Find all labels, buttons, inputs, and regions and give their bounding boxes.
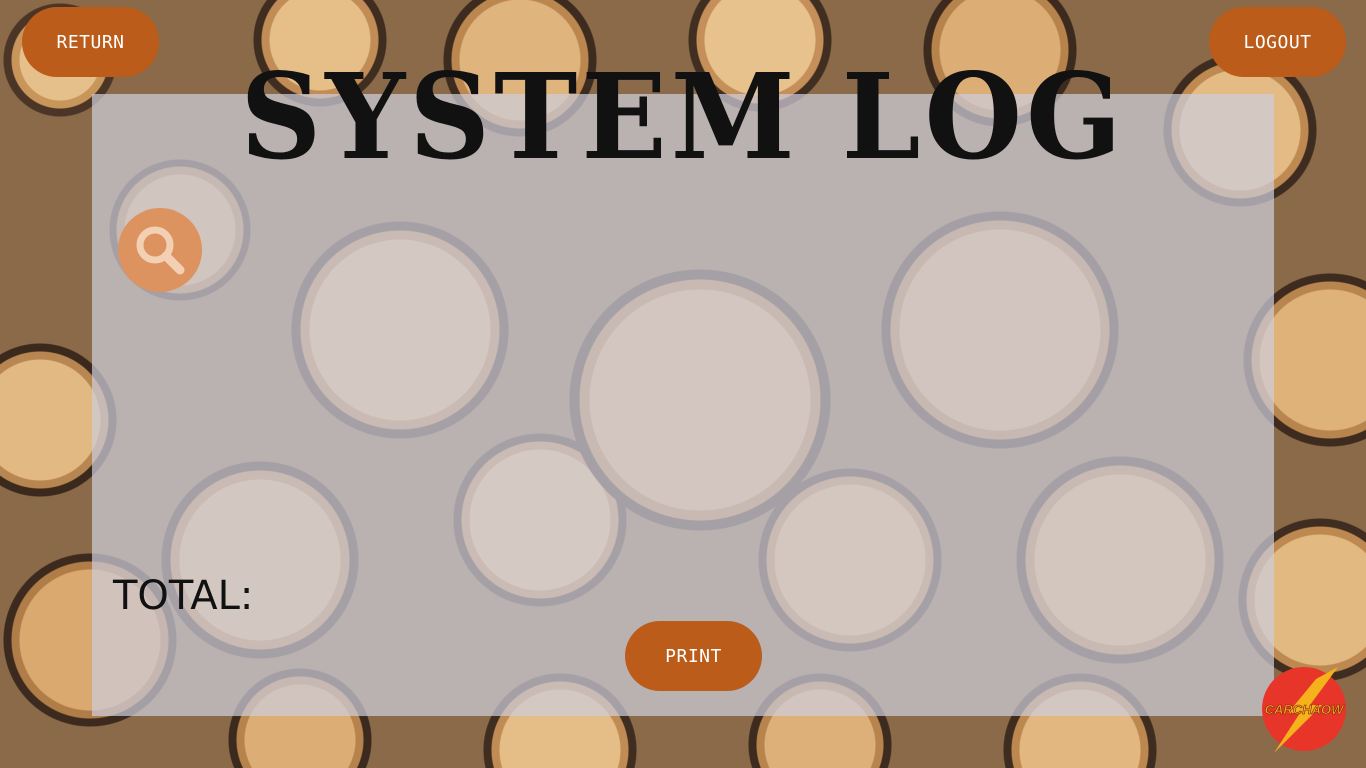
page-title: SYSTEM LOG [240, 48, 1126, 187]
brand-logo-text: CARCHAOW [1265, 702, 1345, 717]
search-icon [136, 226, 185, 275]
print-button[interactable]: PRINT [625, 621, 762, 691]
total-label: TOTAL: [113, 573, 254, 619]
brand-logo: CARCHAOW [1260, 665, 1348, 753]
search-button[interactable] [118, 208, 202, 292]
